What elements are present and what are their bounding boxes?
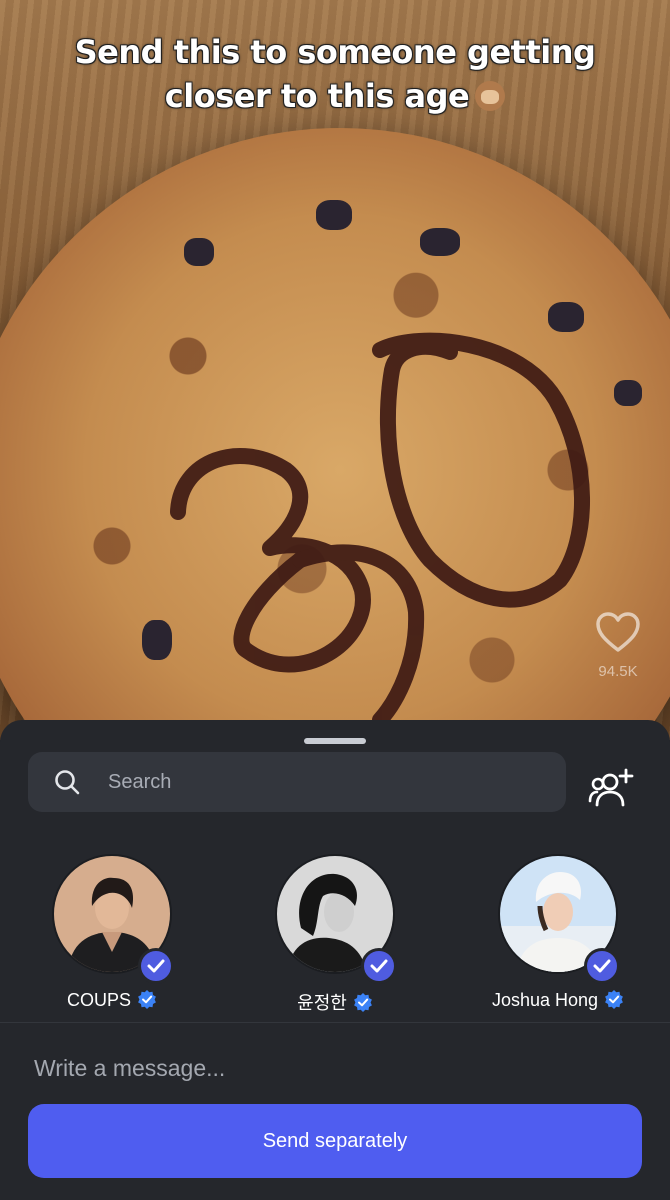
contact-name: 윤정한 <box>297 993 347 1013</box>
heart-icon <box>596 612 640 652</box>
selected-check-icon <box>361 948 397 984</box>
selected-check-icon <box>584 948 620 984</box>
contact-name-row: 윤정한 <box>245 989 425 1015</box>
contact-name-row: Joshua Hong <box>468 989 648 1011</box>
contact-item[interactable]: COUPS <box>22 854 202 1024</box>
verified-badge-icon <box>138 990 156 1009</box>
verified-badge-icon <box>605 990 623 1009</box>
video-caption: Send this to someone getting closer to t… <box>0 30 670 118</box>
contact-name: COUPS <box>66 990 131 1010</box>
like-count: 94.5K <box>598 663 638 680</box>
message-input[interactable] <box>34 1040 634 1096</box>
contact-item[interactable]: Joshua Hong <box>468 854 648 1024</box>
contact-name: Joshua Hong <box>491 990 599 1010</box>
caption-line-1: Send this to someone getting <box>74 33 596 71</box>
search-bar[interactable] <box>28 752 566 812</box>
caption-line-2: closer to this age <box>164 77 470 115</box>
video-background[interactable]: Send this to someone getting closer to t… <box>0 0 670 740</box>
caption-line-2-wrap: closer to this age <box>0 74 670 118</box>
selected-check-icon <box>138 948 174 984</box>
see-no-evil-monkey-icon <box>475 81 506 111</box>
contact-name-row: COUPS <box>22 989 202 1011</box>
share-sheet: COUPS 윤정한 <box>0 720 670 1200</box>
drag-handle[interactable] <box>304 738 366 744</box>
divider <box>0 1022 670 1023</box>
add-user-icon[interactable] <box>588 768 634 810</box>
search-input[interactable] <box>108 752 548 812</box>
like-button[interactable]: 94.5K <box>590 612 646 680</box>
search-icon <box>55 770 80 795</box>
send-separately-button[interactable]: Send separately <box>28 1104 642 1178</box>
contact-item[interactable]: 윤정한 <box>245 854 425 1024</box>
contact-list: COUPS 윤정한 Joshua Hong <box>0 854 670 1024</box>
verified-badge-icon <box>353 993 372 1012</box>
